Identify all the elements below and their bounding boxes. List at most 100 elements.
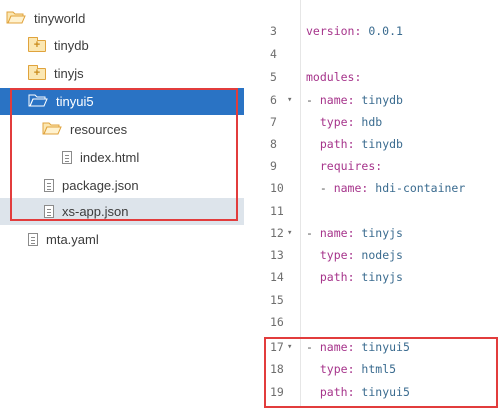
yaml-value: nodejs <box>361 248 403 262</box>
code-text: path: tinyui5 <box>306 381 410 403</box>
code-text: path: tinyjs <box>306 266 403 288</box>
open-folder-icon <box>6 10 26 27</box>
line-number: 7 <box>270 115 277 129</box>
line-number: 11 <box>270 204 284 218</box>
code-line[interactable]: 14 path: tinyjs <box>244 266 504 288</box>
line-number: 19 <box>270 385 284 399</box>
yaml-key: requires <box>319 159 376 173</box>
file-icon <box>44 179 54 192</box>
line-number: 8 <box>270 137 277 151</box>
yaml-key: name <box>319 93 348 107</box>
code-line[interactable]: 15 <box>244 289 504 311</box>
code-prefix <box>306 385 320 399</box>
code-editor[interactable]: 3 version: 0.0.1 4 5 modules: 6 ▾ - name: tinyd… <box>244 0 504 408</box>
yaml-key: type <box>319 362 348 376</box>
tree-item-label: tinyworld <box>34 11 86 26</box>
fold-toggle-icon[interactable]: ▾ <box>287 336 292 358</box>
yaml-value: html5 <box>361 362 397 376</box>
yaml-value: hdb <box>361 115 383 129</box>
yaml-key: version <box>306 24 355 38</box>
code-line[interactable]: 3 version: 0.0.1 <box>244 20 504 42</box>
yaml-key: name <box>319 226 348 240</box>
code-text: - name: tinyui5 <box>306 336 410 358</box>
yaml-separator: : <box>347 362 362 376</box>
code-prefix <box>306 270 320 284</box>
code-line[interactable]: 18 type: html5 <box>244 358 504 380</box>
tree-item-tinyui5[interactable]: tinyui5 <box>0 88 244 115</box>
line-number: 17 <box>270 340 284 354</box>
fold-toggle-icon[interactable]: ▾ <box>287 89 292 111</box>
file-icon <box>28 233 38 246</box>
file-icon <box>62 151 72 164</box>
code-prefix <box>306 248 320 262</box>
open-folder-icon <box>42 121 62 138</box>
code-line[interactable]: 11 <box>244 200 504 222</box>
line-number: 18 <box>270 362 284 376</box>
tree-item-package-json[interactable]: package.json <box>0 172 244 199</box>
line-number: 4 <box>270 47 277 61</box>
tree-item-xs-app-json[interactable]: xs-app.json <box>0 198 244 225</box>
line-number: 16 <box>270 315 284 329</box>
code-line[interactable]: 19 path: tinyui5 <box>244 381 504 403</box>
code-text: - name: tinyjs <box>306 222 403 244</box>
yaml-separator: : <box>375 159 383 173</box>
tree-item-tinydb[interactable]: + tinydb <box>0 32 244 59</box>
yaml-value: tinyui5 <box>361 340 410 354</box>
tree-item-index-html[interactable]: index.html <box>0 144 244 171</box>
code-line[interactable]: 5 modules: <box>244 66 504 88</box>
line-number: 9 <box>270 159 277 173</box>
code-line[interactable]: 9 requires: <box>244 155 504 177</box>
code-text: version: 0.0.1 <box>306 20 403 42</box>
code-line[interactable]: 17 ▾ - name: tinyui5 <box>244 336 504 358</box>
tree-item-mta-yaml[interactable]: mta.yaml <box>0 226 244 253</box>
code-text: type: html5 <box>306 358 396 380</box>
open-folder-icon <box>28 93 48 110</box>
code-prefix <box>306 137 320 151</box>
code-text: type: hdb <box>306 111 382 133</box>
code-line[interactable]: 10 - name: hdi-container <box>244 177 504 199</box>
line-number: 6 <box>270 93 277 107</box>
code-text: requires: <box>306 155 382 177</box>
yaml-key: name <box>333 181 362 195</box>
yaml-separator: : <box>347 385 362 399</box>
code-line[interactable]: 13 type: nodejs <box>244 244 504 266</box>
tree-item-label: xs-app.json <box>62 204 129 219</box>
code-prefix <box>306 159 320 173</box>
yaml-key: modules <box>306 70 355 84</box>
yaml-value: 0.0.1 <box>368 24 403 38</box>
yaml-separator: : <box>347 93 362 107</box>
tree-item-tinyworld[interactable]: tinyworld <box>0 5 244 32</box>
code-text: modules: <box>306 66 361 88</box>
code-line[interactable]: 6 ▾ - name: tinydb <box>244 89 504 111</box>
code-prefix: - <box>306 340 320 354</box>
yaml-separator: : <box>347 137 362 151</box>
code-line[interactable]: 7 type: hdb <box>244 111 504 133</box>
yaml-separator: : <box>347 270 362 284</box>
line-number: 5 <box>270 70 277 84</box>
line-number: 3 <box>270 24 277 38</box>
code-line[interactable]: 8 path: tinydb <box>244 133 504 155</box>
yaml-value: tinyjs <box>361 226 403 240</box>
tree-item-label: package.json <box>62 178 139 193</box>
tree-item-resources[interactable]: resources <box>0 116 244 143</box>
yaml-value: tinyjs <box>361 270 403 284</box>
line-number: 13 <box>270 248 284 262</box>
yaml-value: tinydb <box>361 137 403 151</box>
line-number: 15 <box>270 293 284 307</box>
code-prefix: - <box>306 226 320 240</box>
fold-toggle-icon[interactable]: ▾ <box>287 222 292 244</box>
code-line[interactable]: 4 <box>244 43 504 65</box>
tree-item-label: index.html <box>80 150 140 165</box>
yaml-key: name <box>319 340 348 354</box>
code-prefix: - <box>306 93 320 107</box>
line-number: 12 <box>270 226 284 240</box>
tree-item-label: mta.yaml <box>46 232 99 247</box>
yaml-separator: : <box>347 226 362 240</box>
code-line[interactable]: 12 ▾ - name: tinyjs <box>244 222 504 244</box>
yaml-separator: : <box>354 70 362 84</box>
code-line[interactable]: 16 <box>244 311 504 333</box>
yaml-separator: : <box>347 115 362 129</box>
yaml-separator: : <box>361 181 376 195</box>
tree-item-tinyjs[interactable]: + tinyjs <box>0 60 244 87</box>
yaml-value: hdi-container <box>375 181 466 195</box>
